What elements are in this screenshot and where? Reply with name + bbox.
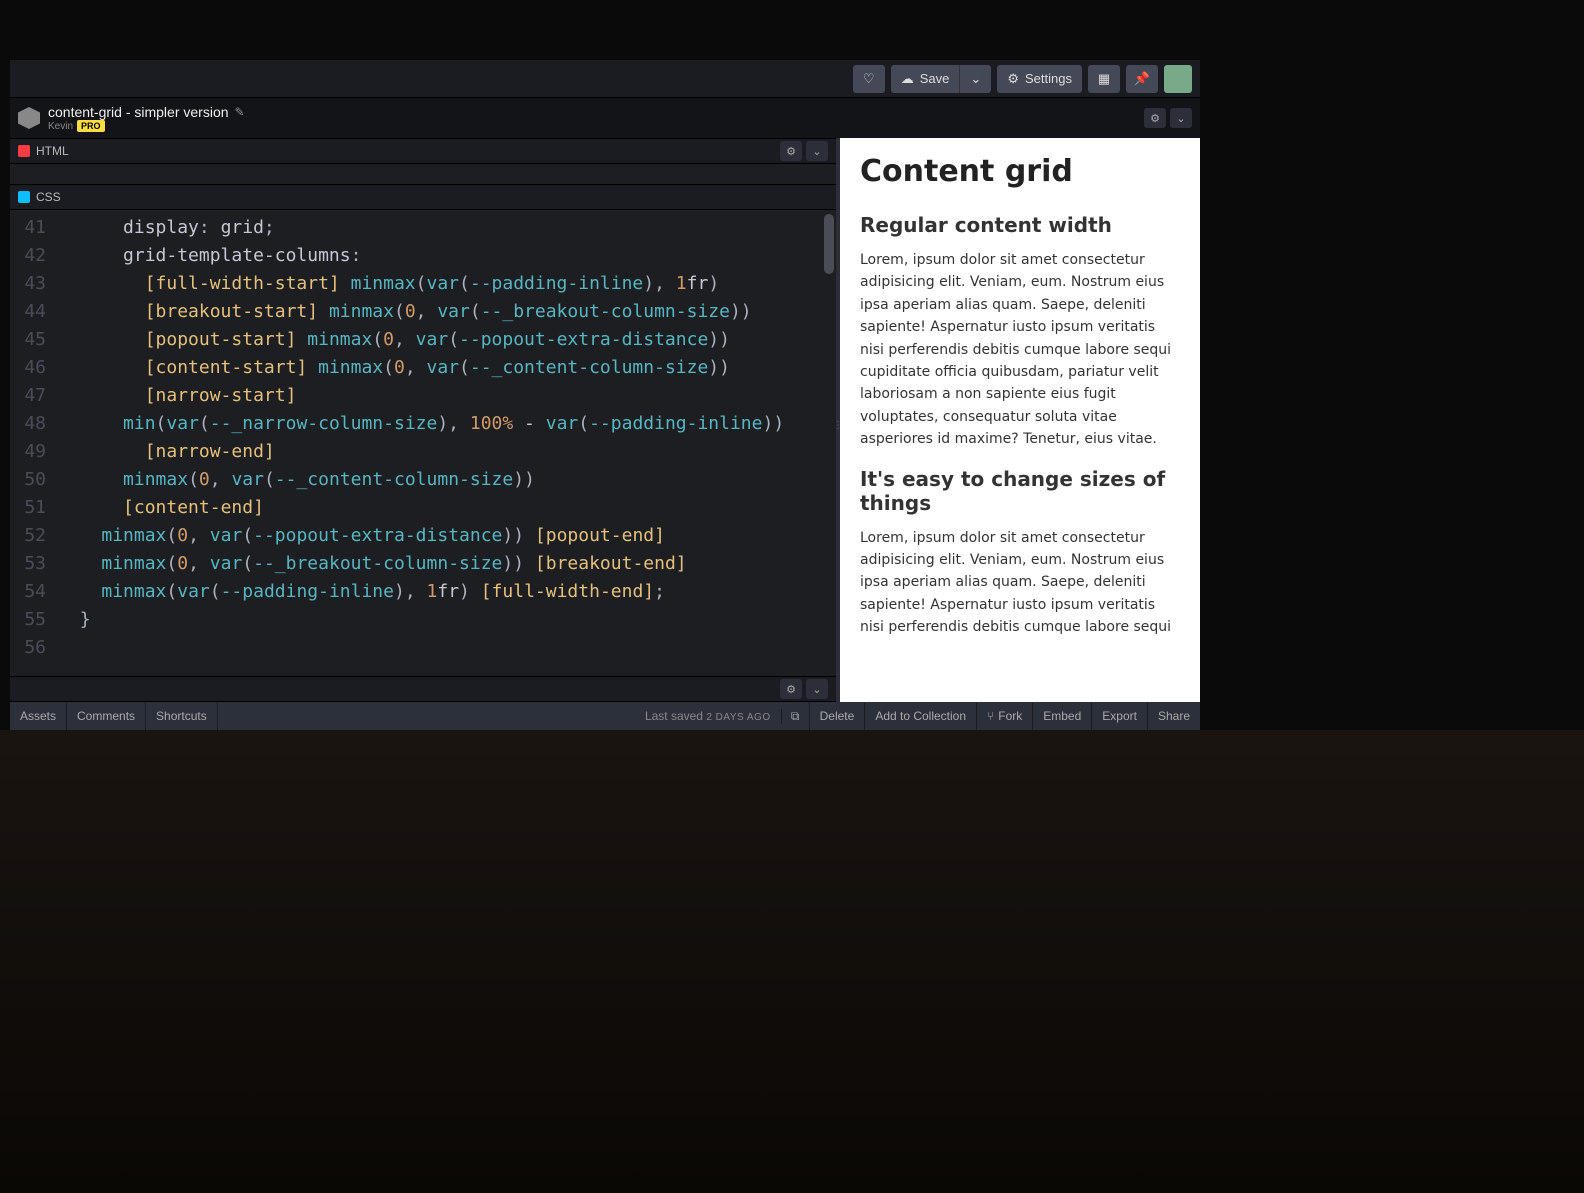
pen-title: content-grid - simpler version xyxy=(48,104,229,120)
panel-collapse-button[interactable]: ⌄ xyxy=(1170,108,1192,128)
settings-label: Settings xyxy=(1025,71,1072,86)
settings-button[interactable]: ⚙ Settings xyxy=(997,65,1082,93)
html-collapse-button[interactable]: ⌄ xyxy=(806,141,828,161)
edit-title-icon[interactable]: ✎ xyxy=(235,105,245,119)
preview-content[interactable]: Content grid Regular content width Lorem… xyxy=(840,138,1200,670)
html-label: HTML xyxy=(36,144,69,158)
save-button-group: ☁ Save ⌄ xyxy=(891,65,992,93)
preview-h2-a: Regular content width xyxy=(860,213,1180,237)
html-settings-button[interactable]: ⚙ xyxy=(780,141,802,161)
html-badge-icon xyxy=(18,145,30,157)
fork-icon: ⑂ xyxy=(987,709,994,723)
export-button[interactable]: Export xyxy=(1091,702,1147,730)
js-settings-button[interactable]: ⚙ xyxy=(780,679,802,699)
codepen-logo-icon[interactable] xyxy=(18,107,40,129)
shortcuts-tab[interactable]: Shortcuts xyxy=(146,702,218,730)
css-label: CSS xyxy=(36,190,61,204)
like-button[interactable]: ♡ xyxy=(853,65,885,93)
code-column: HTML ⚙ ⌄ CSS 414243444546474849505152535… xyxy=(10,138,836,702)
gear-icon: ⚙ xyxy=(1007,71,1019,87)
preview-h2-b: It's easy to change sizes of things xyxy=(860,467,1180,515)
preview-pane: Content grid Regular content width Lorem… xyxy=(840,138,1200,702)
preview-p2: Lorem, ipsum dolor sit amet consectetur … xyxy=(860,527,1180,639)
fork-button[interactable]: ⑂ Fork xyxy=(976,702,1032,730)
code-content[interactable]: display: grid; grid-template-columns: [f… xyxy=(54,210,836,676)
pin-icon: 📌 xyxy=(1134,71,1150,87)
preview-h1: Content grid xyxy=(860,154,1180,189)
save-button[interactable]: ☁ Save xyxy=(891,65,960,93)
js-collapse-button[interactable]: ⌄ xyxy=(806,679,828,699)
assets-tab[interactable]: Assets xyxy=(10,702,67,730)
save-dropdown-button[interactable]: ⌄ xyxy=(959,65,991,93)
popout-button[interactable]: ⧉ xyxy=(781,709,809,724)
pen-title-block: content-grid - simpler version ✎ Kevin P… xyxy=(48,104,245,132)
panel-settings-button[interactable]: ⚙ xyxy=(1144,108,1166,128)
top-toolbar: ♡ ☁ Save ⌄ ⚙ Settings ▦ 📌 xyxy=(10,60,1200,98)
embed-button[interactable]: Embed xyxy=(1032,702,1091,730)
heart-icon: ♡ xyxy=(863,71,875,87)
vertical-splitter[interactable] xyxy=(836,138,840,702)
html-editor[interactable] xyxy=(10,164,836,184)
add-to-collection-button[interactable]: Add to Collection xyxy=(864,702,976,730)
save-label: Save xyxy=(920,71,950,86)
comments-tab[interactable]: Comments xyxy=(67,702,146,730)
line-gutter: 41424344454647484950515253545556 xyxy=(10,210,54,676)
css-editor[interactable]: 41424344454647484950515253545556 display… xyxy=(10,210,836,676)
codepen-editor: ♡ ☁ Save ⌄ ⚙ Settings ▦ 📌 content-grid - xyxy=(10,60,1200,730)
css-badge-icon xyxy=(18,191,30,203)
save-status: Last saved 2 DAYS AGO xyxy=(635,709,781,723)
avatar[interactable] xyxy=(1164,65,1192,93)
layout-icon: ▦ xyxy=(1098,71,1110,87)
footer-bar: Assets Comments Shortcuts Last saved 2 D… xyxy=(10,702,1200,730)
js-panel-header[interactable]: ⚙ ⌄ xyxy=(10,676,836,702)
css-panel-header[interactable]: CSS xyxy=(10,184,836,210)
html-panel-header[interactable]: HTML ⚙ ⌄ xyxy=(10,138,836,164)
pen-titlebar: content-grid - simpler version ✎ Kevin P… xyxy=(10,98,1200,138)
editor-panels: HTML ⚙ ⌄ CSS 414243444546474849505152535… xyxy=(10,138,1200,702)
delete-button[interactable]: Delete xyxy=(809,702,865,730)
scrollbar-thumb[interactable] xyxy=(824,214,834,274)
pin-button[interactable]: 📌 xyxy=(1126,65,1158,93)
chevron-down-icon: ⌄ xyxy=(970,71,981,87)
pro-badge: PRO xyxy=(77,120,105,132)
pen-author: Kevin xyxy=(48,121,73,132)
share-button[interactable]: Share xyxy=(1147,702,1200,730)
preview-p1: Lorem, ipsum dolor sit amet consectetur … xyxy=(860,249,1180,451)
layout-button[interactable]: ▦ xyxy=(1088,65,1120,93)
cloud-icon: ☁ xyxy=(901,71,914,87)
